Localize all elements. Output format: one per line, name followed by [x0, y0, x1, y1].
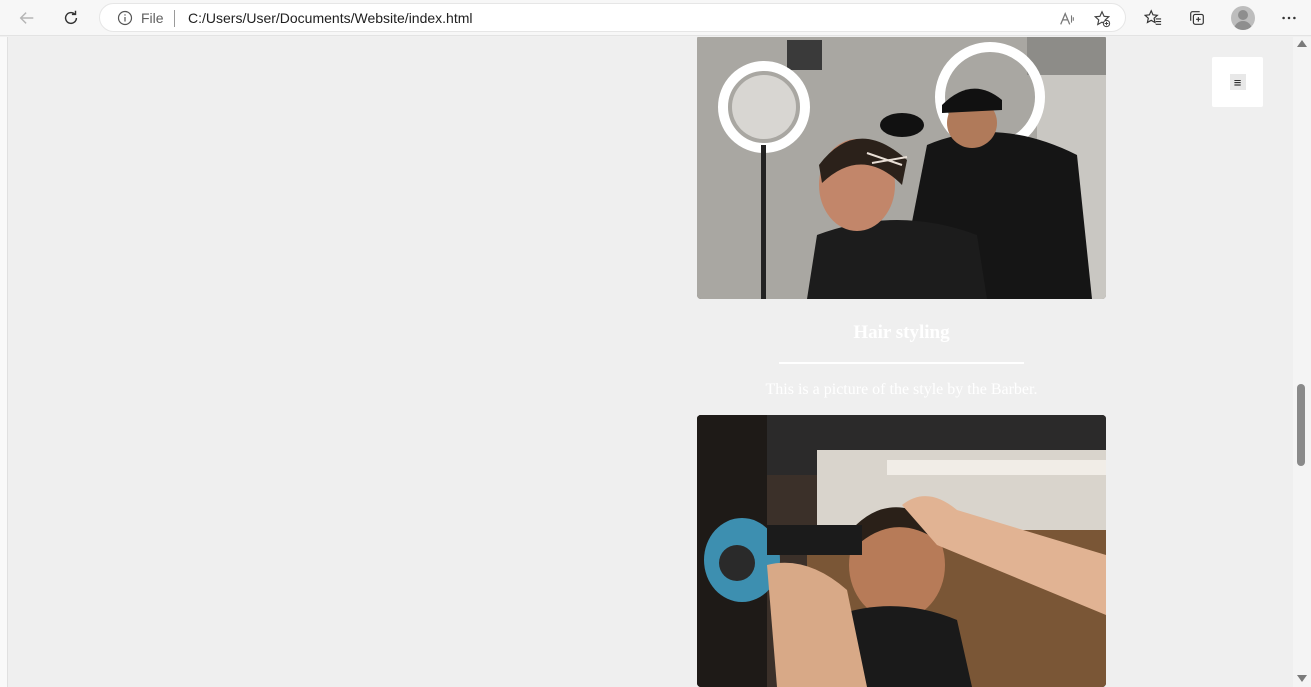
avatar-body: [1234, 21, 1252, 30]
back-button[interactable]: [13, 4, 41, 32]
address-scheme-label: File: [141, 10, 164, 26]
read-aloud-button[interactable]: [1057, 9, 1077, 29]
address-url[interactable]: C:/Users/User/Documents/Website/index.ht…: [188, 10, 473, 26]
scroll-down-arrow-icon[interactable]: [1297, 675, 1307, 682]
scrollbar-thumb[interactable]: [1297, 384, 1305, 466]
more-menu-icon: [1282, 16, 1296, 20]
address-bar[interactable]: File C:/Users/User/Documents/Website/ind…: [99, 3, 1126, 32]
refresh-icon: [64, 10, 78, 25]
gallery-image-barber-blow-dry: [697, 415, 1106, 687]
read-aloud-icon: [1060, 11, 1074, 25]
address-separator: [174, 10, 175, 27]
refresh-button[interactable]: [57, 4, 85, 32]
menu-toggle-button[interactable]: ≡: [1212, 57, 1263, 107]
collections-icon: [1190, 11, 1204, 25]
hamburger-menu-icon: ≡: [1229, 74, 1246, 90]
gallery-image-barber-hair-design: [697, 37, 1106, 299]
back-arrow-icon: [19, 12, 34, 24]
favorites-icon: [1144, 9, 1162, 25]
add-favorite-button[interactable]: [1092, 9, 1112, 29]
info-icon[interactable]: [117, 10, 133, 26]
page-scrollbar[interactable]: [1293, 37, 1311, 687]
collections-button[interactable]: [1183, 4, 1211, 32]
add-favorite-icon: [1093, 10, 1111, 28]
card-title: Hair styling: [853, 322, 950, 343]
page-left-edge: [0, 37, 8, 687]
page-viewport: Hair styling This is a picture of the st…: [0, 37, 1311, 687]
card-divider: [779, 362, 1024, 364]
favorites-button[interactable]: [1139, 4, 1167, 32]
more-menu-button[interactable]: [1275, 4, 1303, 32]
profile-avatar-icon[interactable]: [1231, 6, 1255, 30]
barber-blow-dry-photo: [697, 415, 1106, 687]
scroll-up-arrow-icon[interactable]: [1297, 40, 1307, 47]
barber-hair-design-photo: [697, 37, 1106, 299]
card-description: This is a picture of the style by the Ba…: [765, 381, 1038, 398]
avatar-head: [1238, 10, 1248, 20]
browser-toolbar: File C:/Users/User/Documents/Website/ind…: [0, 0, 1311, 36]
